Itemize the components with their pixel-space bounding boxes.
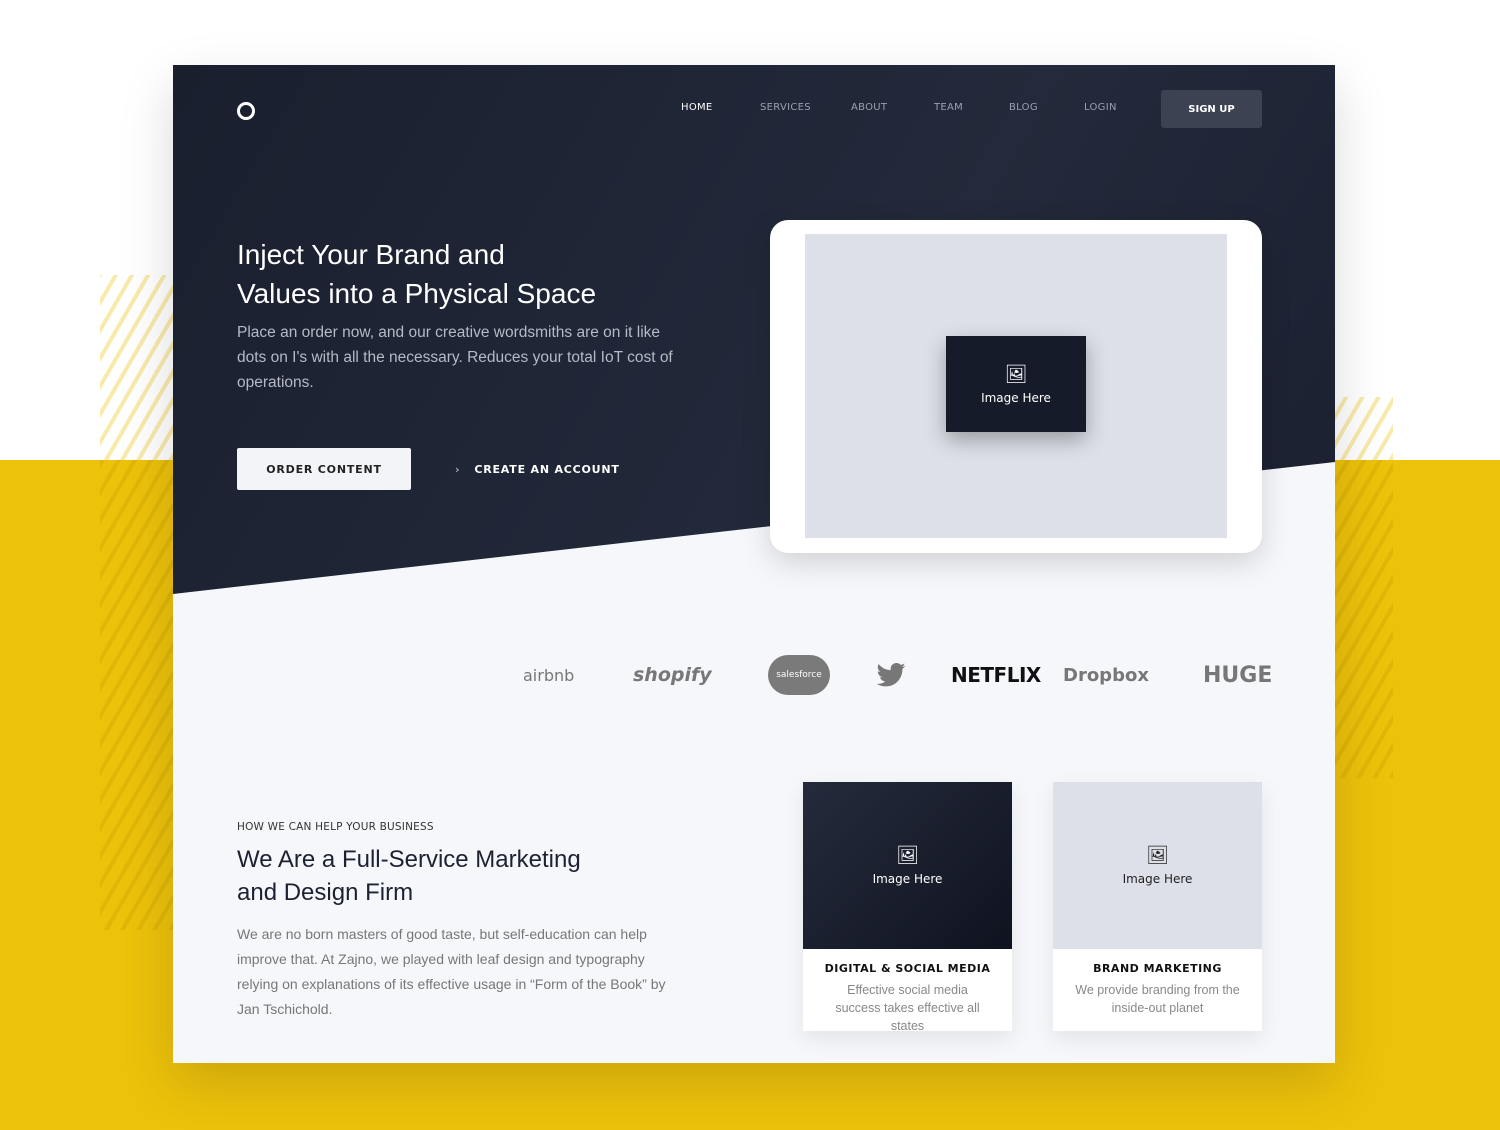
twitter-bird-icon bbox=[876, 662, 906, 687]
image-label: Image Here bbox=[872, 872, 943, 886]
website-mockup: HOME SERVICES ABOUT TEAM BLOG LOGIN SIGN… bbox=[173, 65, 1335, 1063]
section-body: We are no born masters of good taste, bu… bbox=[237, 926, 666, 1017]
logo-circle-icon[interactable] bbox=[237, 102, 255, 120]
nav-login[interactable]: LOGIN bbox=[1084, 102, 1117, 113]
service-card[interactable]: 🖼︎ Image Here DIGITAL & SOCIAL MEDIA Effe… bbox=[803, 782, 1012, 1033]
tablet-mockup: 🖼︎ Image Here bbox=[770, 220, 1262, 553]
image-icon: 🖼︎ bbox=[896, 845, 919, 866]
image-placeholder: 🖼︎ Image Here bbox=[1053, 782, 1262, 949]
stripe-decoration bbox=[1335, 397, 1393, 460]
client-logos: airbnb shopify salesforce NETFLIX Dropbo… bbox=[523, 655, 1272, 695]
hero-title: Inject Your Brand and Values into a Physi… bbox=[237, 235, 596, 313]
stripe-decoration bbox=[100, 460, 173, 930]
nav-home[interactable]: HOME bbox=[681, 102, 713, 113]
airbnb-logo: airbnb bbox=[523, 665, 575, 685]
hero-title-line: Inject Your Brand and bbox=[237, 239, 505, 270]
nav-about[interactable]: ABOUT bbox=[851, 102, 887, 113]
stripe-decoration bbox=[100, 275, 173, 460]
service-desc: We provide branding from the inside-out … bbox=[1075, 983, 1240, 1015]
nav-blog[interactable]: BLOG bbox=[1009, 102, 1038, 113]
nav-team[interactable]: TEAM bbox=[934, 102, 963, 113]
netflix-logo: NETFLIX bbox=[951, 663, 1041, 687]
image-placeholder: 🖼︎ Image Here bbox=[803, 782, 1012, 949]
section-eyebrow: HOW WE CAN HELP YOUR BUSINESS bbox=[237, 821, 434, 833]
image-icon: 🖼︎ bbox=[1146, 845, 1169, 866]
section-title: We Are a Full-Service Marketing and Desig… bbox=[237, 843, 581, 909]
service-title: DIGITAL & SOCIAL MEDIA bbox=[824, 962, 991, 975]
hero-title-line: Values into a Physical Space bbox=[237, 278, 597, 309]
order-content-button[interactable]: ORDER CONTENT bbox=[237, 448, 411, 490]
twitter-logo bbox=[876, 662, 951, 687]
image-label: Image Here bbox=[981, 390, 1051, 405]
shopify-logo: shopify bbox=[633, 664, 712, 686]
section-title-line: We Are a Full-Service Marketing bbox=[237, 846, 581, 873]
create-account-link[interactable]: › CREATE AN ACCOUNT bbox=[455, 463, 620, 476]
sign-up-button[interactable]: SIGN UP bbox=[1161, 90, 1262, 128]
salesforce-logo: salesforce bbox=[768, 655, 830, 695]
image-label: Image Here bbox=[1122, 872, 1193, 886]
stripe-decoration bbox=[1335, 460, 1393, 778]
dropbox-logo: Dropbox bbox=[1063, 664, 1149, 686]
service-desc: Effective social media success takes eff… bbox=[835, 983, 980, 1033]
service-card[interactable]: 🖼︎ Image Here BRAND MARKETING We provide … bbox=[1053, 782, 1262, 1031]
create-account-label: CREATE AN ACCOUNT bbox=[474, 463, 620, 476]
service-title: BRAND MARKETING bbox=[1093, 962, 1222, 975]
huge-logo: HUGE bbox=[1203, 662, 1273, 688]
nav-services[interactable]: SERVICES bbox=[760, 102, 811, 113]
image-placeholder: 🖼︎ Image Here bbox=[946, 336, 1086, 432]
hero-lead: Place an order now, and our creative wor… bbox=[237, 324, 673, 391]
tablet-screen: 🖼︎ Image Here bbox=[805, 234, 1227, 538]
chevron-right-icon: › bbox=[455, 463, 461, 476]
image-icon: 🖼︎ bbox=[1004, 363, 1028, 385]
section-title-line: and Design Firm bbox=[237, 879, 414, 906]
